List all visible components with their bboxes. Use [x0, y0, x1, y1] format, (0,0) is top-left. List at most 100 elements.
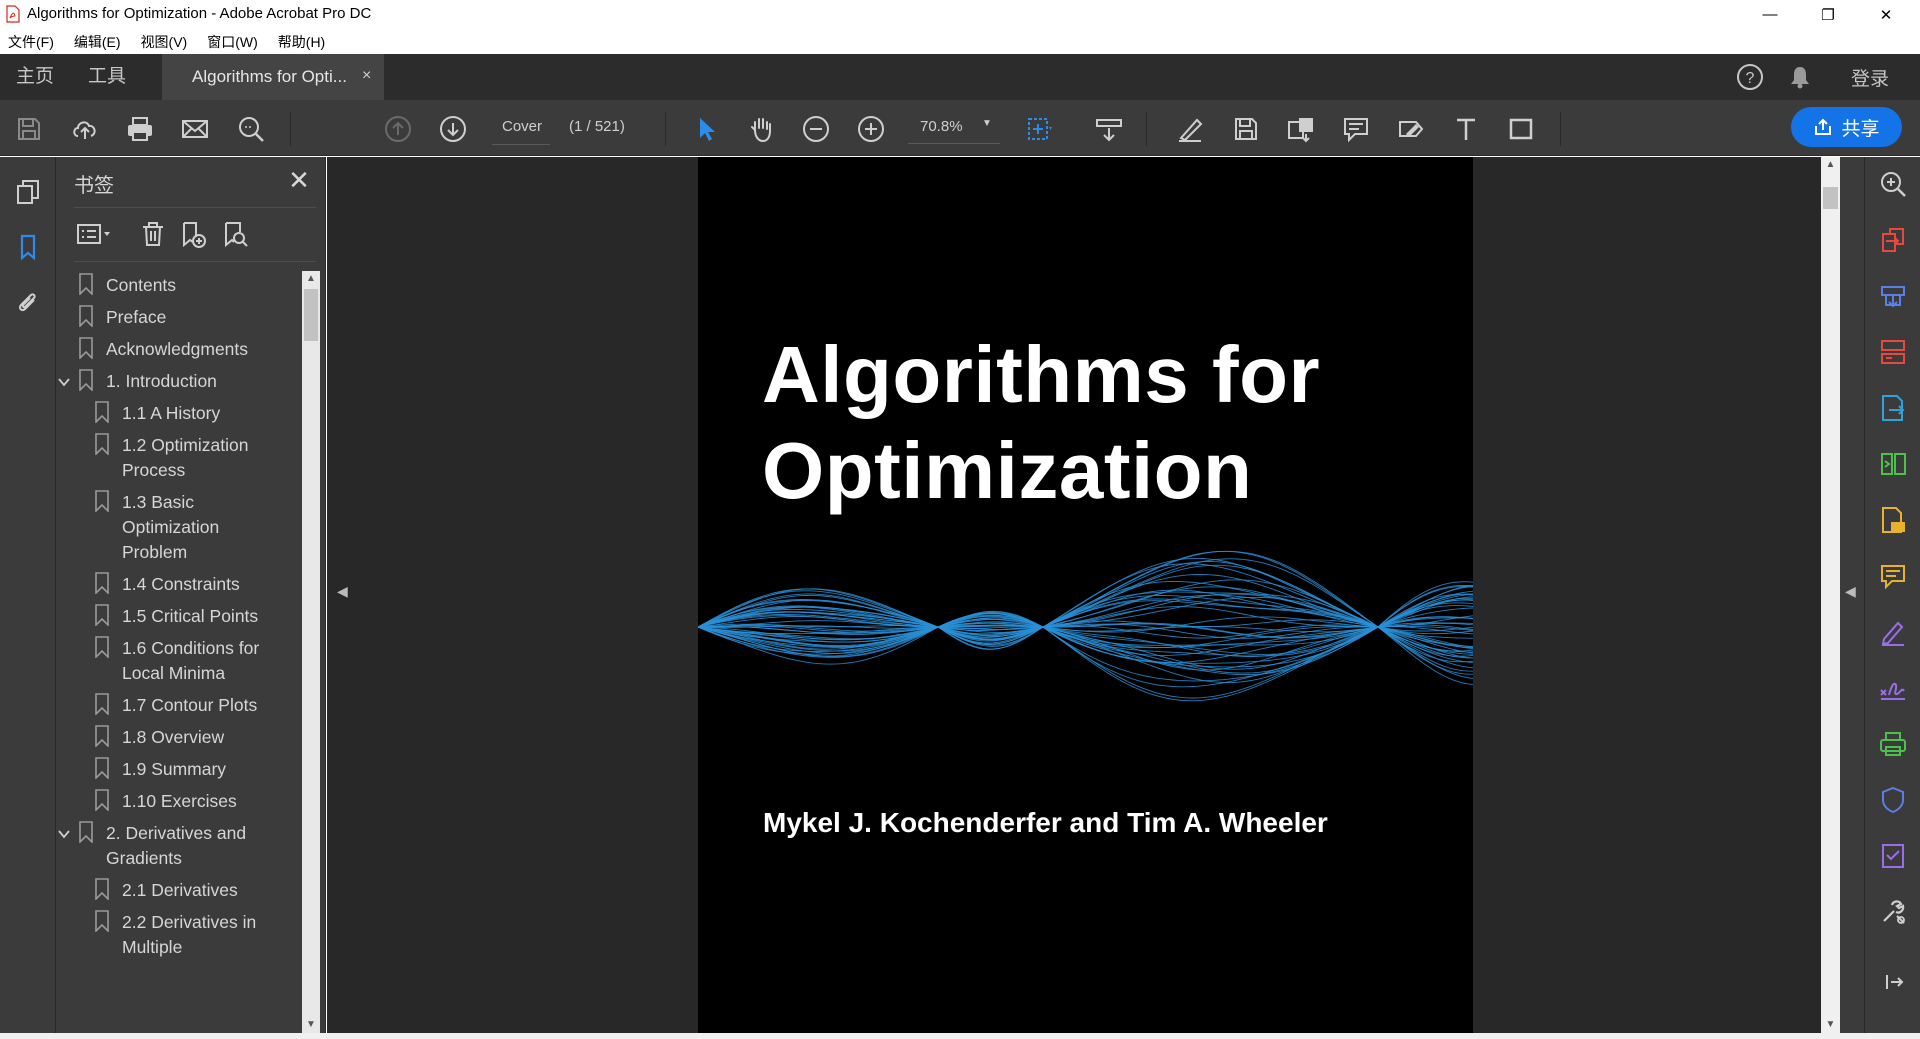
- share-button[interactable]: 共享: [1791, 107, 1902, 147]
- menu-view[interactable]: 视图(V): [141, 32, 188, 52]
- find-bookmark-icon[interactable]: [218, 217, 252, 251]
- add-text-icon[interactable]: [1449, 112, 1483, 146]
- upload-cloud-icon[interactable]: [68, 112, 102, 146]
- menu-edit[interactable]: 编辑(E): [74, 32, 121, 52]
- bookmark-item[interactable]: 2.1 Derivatives: [94, 878, 238, 903]
- previous-page-icon[interactable]: [381, 112, 415, 146]
- minimize-button[interactable]: —: [1741, 0, 1799, 29]
- notifications-bell-icon[interactable]: [1783, 54, 1817, 100]
- export-pdf-tool-icon[interactable]: [1876, 223, 1910, 257]
- fill-and-sign-icon[interactable]: [1876, 615, 1910, 649]
- fit-page-icon[interactable]: [1022, 112, 1056, 146]
- protect-shield-icon[interactable]: [1876, 783, 1910, 817]
- bookmark-item[interactable]: 1.1 A History: [94, 401, 220, 426]
- comment-icon[interactable]: [1339, 112, 1373, 146]
- save-icon[interactable]: [12, 112, 46, 146]
- next-page-icon[interactable]: [436, 112, 470, 146]
- email-icon[interactable]: [178, 112, 212, 146]
- export-pdf-icon[interactable]: [1284, 112, 1318, 146]
- bookmark-flag-icon: [79, 305, 93, 327]
- menu-help[interactable]: 帮助(H): [278, 32, 325, 52]
- close-panel-icon[interactable]: ✕: [282, 163, 316, 197]
- scan-ocr-icon[interactable]: [1876, 503, 1910, 537]
- bookmark-flag-icon: [95, 789, 109, 811]
- search-icon[interactable]: [234, 112, 268, 146]
- new-bookmark-icon[interactable]: [176, 217, 210, 251]
- bookmark-item[interactable]: 1.7 Contour Plots: [94, 693, 257, 718]
- zoom-level-dropdown[interactable]: 70.8% ▼: [908, 112, 1000, 144]
- scroll-down-arrow-icon[interactable]: ▼: [1821, 1017, 1840, 1033]
- bookmarks-icon[interactable]: [11, 230, 45, 264]
- highlight-pen-icon[interactable]: [1173, 112, 1207, 146]
- bookmark-item[interactable]: 1.4 Constraints: [94, 572, 240, 597]
- share-icon: [1815, 118, 1832, 135]
- organize-pages-icon[interactable]: [1876, 335, 1910, 369]
- chevron-down-icon[interactable]: [56, 826, 72, 842]
- bookmark-item[interactable]: Contents: [78, 273, 176, 298]
- scroll-mode-icon[interactable]: [1092, 112, 1126, 146]
- rectangle-icon[interactable]: [1504, 112, 1538, 146]
- delete-bookmark-icon[interactable]: [136, 217, 170, 251]
- bookmark-scrollbar[interactable]: ▲ ▼: [302, 271, 320, 1033]
- prepare-form-icon[interactable]: [1876, 839, 1910, 873]
- menu-window[interactable]: 窗口(W): [207, 32, 258, 52]
- save-as-icon[interactable]: [1229, 112, 1263, 146]
- zoom-in-icon[interactable]: [854, 112, 888, 146]
- print-icon[interactable]: [123, 112, 157, 146]
- attachments-paperclip-icon[interactable]: [11, 285, 45, 319]
- bookmark-item[interactable]: 1.10 Exercises: [94, 789, 237, 814]
- expand-right-pane-icon[interactable]: ◀: [1845, 583, 1856, 600]
- scroll-up-arrow-icon[interactable]: ▲: [302, 271, 320, 287]
- create-pdf-icon[interactable]: [1876, 279, 1910, 313]
- fill-sign-icon[interactable]: [1394, 112, 1428, 146]
- pdf-page-cover[interactable]: Algorithms for Optimization Mykel J. Koc…: [698, 157, 1473, 1033]
- bookmark-item[interactable]: 1.2 Optimization Process: [94, 433, 248, 483]
- document-tab-close-icon[interactable]: ×: [362, 67, 371, 85]
- bookmark-label: 1.7 Contour Plots: [122, 695, 258, 715]
- request-signatures-icon[interactable]: [1876, 671, 1910, 705]
- select-arrow-icon[interactable]: [689, 112, 723, 146]
- document-scrollbar[interactable]: ▲ ▼: [1821, 157, 1840, 1033]
- signin-button[interactable]: 登录: [1838, 54, 1902, 100]
- scrollbar-thumb[interactable]: [1823, 187, 1838, 209]
- zoom-value: 70.8%: [920, 118, 963, 135]
- bookmark-item[interactable]: 1.9 Summary: [94, 757, 226, 782]
- more-tools-wrench-icon[interactable]: [1876, 895, 1910, 929]
- edit-pdf-icon[interactable]: [1876, 391, 1910, 425]
- bookmark-item[interactable]: Preface: [78, 305, 166, 330]
- hand-tool-icon[interactable]: [744, 112, 778, 146]
- tab-bar: 主页 工具 Algorithms for Opti... × ? 登录: [0, 54, 1920, 100]
- help-icon[interactable]: ?: [1733, 54, 1767, 100]
- bookmark-item[interactable]: 1.5 Critical Points: [94, 604, 258, 629]
- collapse-tools-icon[interactable]: [1876, 965, 1910, 999]
- zoom-out-icon[interactable]: [799, 112, 833, 146]
- bookmark-item[interactable]: 1.8 Overview: [94, 725, 224, 750]
- bookmark-item[interactable]: 1. Introduction: [58, 369, 217, 394]
- bookmark-flag-icon: [95, 693, 109, 715]
- tab-home[interactable]: 主页: [16, 54, 54, 100]
- page-thumbnails-icon[interactable]: [11, 175, 45, 209]
- menu-file[interactable]: 文件(F): [8, 32, 54, 52]
- scroll-up-arrow-icon[interactable]: ▲: [1821, 157, 1840, 173]
- print-production-icon[interactable]: [1876, 727, 1910, 761]
- tab-document[interactable]: Algorithms for Opti... ×: [162, 54, 384, 100]
- bookmark-item[interactable]: 1.6 Conditions for Local Minima: [94, 636, 259, 686]
- page-label-field[interactable]: Cover: [502, 118, 542, 135]
- collapse-left-pane-icon[interactable]: ◀: [337, 583, 348, 600]
- tab-tools[interactable]: 工具: [88, 54, 126, 100]
- chevron-down-icon[interactable]: [56, 374, 72, 390]
- bookmark-options-icon[interactable]: [74, 217, 118, 251]
- search-zoom-icon[interactable]: [1876, 167, 1910, 201]
- comment-tool-icon[interactable]: [1876, 559, 1910, 593]
- bookmark-item[interactable]: 2.2 Derivatives in Multiple: [94, 910, 256, 960]
- bookmark-item[interactable]: 2. Derivatives and Gradients: [58, 821, 246, 871]
- bookmark-item[interactable]: Acknowledgments: [78, 337, 248, 362]
- bookmark-flag-icon: [79, 369, 93, 391]
- bookmark-label: 1.10 Exercises: [122, 791, 237, 811]
- compare-files-icon[interactable]: [1876, 447, 1910, 481]
- bookmark-item[interactable]: 1.3 Basic Optimization Problem: [94, 490, 219, 565]
- restore-button[interactable]: ❐: [1799, 0, 1857, 29]
- close-window-button[interactable]: ✕: [1857, 0, 1915, 29]
- scroll-down-arrow-icon[interactable]: ▼: [302, 1017, 320, 1033]
- scrollbar-thumb[interactable]: [304, 289, 318, 341]
